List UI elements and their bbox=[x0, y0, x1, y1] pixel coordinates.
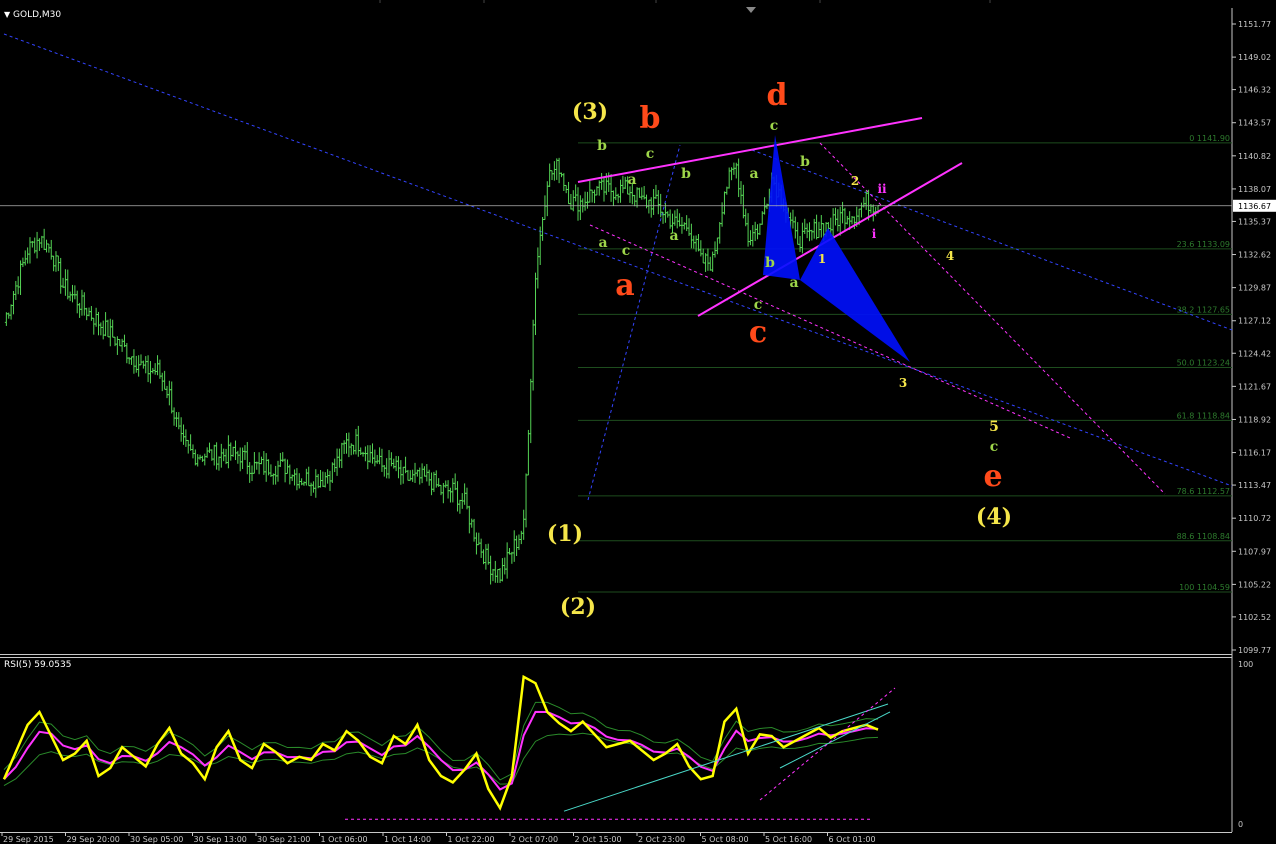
sub-wave-label: 4 bbox=[946, 249, 954, 263]
price-tick-label: 1102.52 bbox=[1238, 613, 1271, 622]
minor-wave-label: c bbox=[622, 243, 631, 259]
fib-level-label: 78.6 1112.57 bbox=[1177, 487, 1230, 496]
price-tick-label: 1149.02 bbox=[1238, 53, 1271, 62]
sub-wave-label: 2 bbox=[851, 174, 859, 188]
sub-wave-label-i: i bbox=[872, 227, 877, 241]
price-tick-label: 1138.07 bbox=[1238, 185, 1271, 194]
minor-wave-label: b bbox=[800, 154, 810, 170]
rsi-header: RSI(5) 59.0535 bbox=[4, 660, 71, 670]
sub-wave-label-ii: ii bbox=[877, 182, 887, 196]
minor-wave-label: c bbox=[990, 439, 999, 455]
wave-label-1: (1) bbox=[547, 521, 583, 547]
time-tick-label: 30 Sep 21:00 bbox=[257, 835, 310, 844]
time-tick-label: 29 Sep 20:00 bbox=[67, 835, 120, 844]
symbol-label: GOLD,M30 bbox=[13, 10, 62, 20]
fib-level-label: 38.2 1127.65 bbox=[1177, 305, 1230, 314]
minor-wave-label: a bbox=[789, 275, 798, 291]
minor-wave-label: b bbox=[765, 255, 775, 271]
price-tick-label: 1124.42 bbox=[1238, 349, 1271, 358]
fib-level-label: 100 1104.59 bbox=[1179, 583, 1230, 592]
time-tick-label: 2 Oct 23:00 bbox=[638, 835, 685, 844]
current-price-label: 1136.67 bbox=[1238, 202, 1271, 211]
time-tick-label: 29 Sep 2015 bbox=[3, 835, 54, 844]
price-tick-label: 1132.62 bbox=[1238, 251, 1271, 260]
minor-wave-label: a bbox=[749, 166, 758, 182]
wave-label-a: a bbox=[615, 268, 634, 303]
minor-wave-label: b bbox=[597, 138, 607, 154]
minor-wave-label: a bbox=[598, 235, 607, 251]
time-tick-label: 2 Oct 07:00 bbox=[511, 835, 558, 844]
rsi-label: RSI(5) 59.0535 bbox=[4, 660, 72, 670]
time-tick-label: 2 Oct 15:00 bbox=[575, 835, 622, 844]
price-tick-label: 1110.72 bbox=[1238, 514, 1271, 523]
minor-wave-label: a bbox=[627, 172, 636, 188]
sub-wave-label: 5 bbox=[989, 419, 999, 435]
fib-level-label: 88.6 1108.84 bbox=[1177, 532, 1230, 541]
rsi-axis-label-0: 0 bbox=[1238, 820, 1243, 829]
time-tick-label: 6 Oct 01:00 bbox=[829, 835, 876, 844]
time-tick-label: 1 Oct 14:00 bbox=[384, 835, 431, 844]
price-tick-label: 1113.47 bbox=[1238, 481, 1271, 490]
sub-wave-label: 1 bbox=[818, 252, 826, 266]
price-tick-label: 1121.67 bbox=[1238, 382, 1271, 391]
fib-level-label: 61.8 1118.84 bbox=[1177, 411, 1230, 420]
symbol-header[interactable]: ▼ GOLD,M30 bbox=[4, 10, 61, 20]
minor-wave-label: c bbox=[770, 118, 779, 134]
chart-canvas: 0 1141.90 23.6 1133.09 38.2 1127.65 50.0 11… bbox=[0, 0, 1276, 844]
wave-label-c: c bbox=[749, 315, 767, 350]
sub-wave-label: 3 bbox=[899, 376, 907, 390]
price-tick-label: 1143.57 bbox=[1238, 119, 1271, 128]
wave-label-2: (2) bbox=[560, 594, 596, 620]
price-tick-label: 1151.77 bbox=[1238, 20, 1271, 29]
fib-level-label: 50.0 1123.24 bbox=[1177, 358, 1230, 367]
fib-level-label: 23.6 1133.09 bbox=[1177, 240, 1230, 249]
price-tick-label: 1105.22 bbox=[1238, 580, 1271, 589]
minor-wave-label: b bbox=[681, 166, 691, 182]
price-tick-label: 1118.92 bbox=[1238, 415, 1271, 424]
minor-wave-label: c bbox=[646, 146, 655, 162]
fib-level-label: 0 1141.90 bbox=[1189, 134, 1230, 143]
price-tick-label: 1127.12 bbox=[1238, 317, 1271, 326]
price-tick-label: 1146.32 bbox=[1238, 86, 1271, 95]
wave-label-4: (4) bbox=[976, 504, 1012, 530]
time-tick-label: 5 Oct 16:00 bbox=[765, 835, 812, 844]
wave-label-b: b bbox=[640, 101, 661, 136]
minor-wave-label: a bbox=[669, 228, 678, 244]
time-tick-label: 1 Oct 06:00 bbox=[321, 835, 368, 844]
time-tick-label: 5 Oct 08:00 bbox=[702, 835, 749, 844]
time-tick-label: 30 Sep 05:00 bbox=[130, 835, 183, 844]
wave-label-d: d bbox=[767, 78, 788, 113]
price-tick-label: 1107.97 bbox=[1238, 547, 1271, 556]
time-tick-label: 30 Sep 13:00 bbox=[194, 835, 247, 844]
dropdown-triangle-icon[interactable]: ▼ bbox=[4, 10, 10, 19]
wave-label-e: e bbox=[983, 459, 1002, 494]
wave-label-3: (3) bbox=[572, 99, 608, 125]
minor-wave-label: c bbox=[754, 297, 763, 313]
price-tick-label: 1135.37 bbox=[1238, 217, 1271, 226]
rsi-axis-label-100: 100 bbox=[1238, 660, 1253, 669]
price-tick-label: 1099.77 bbox=[1238, 646, 1271, 655]
time-tick-label: 1 Oct 22:00 bbox=[448, 835, 495, 844]
price-tick-label: 1129.87 bbox=[1238, 284, 1271, 293]
price-tick-label: 1116.17 bbox=[1238, 449, 1271, 458]
price-tick-label: 1140.82 bbox=[1238, 152, 1271, 161]
